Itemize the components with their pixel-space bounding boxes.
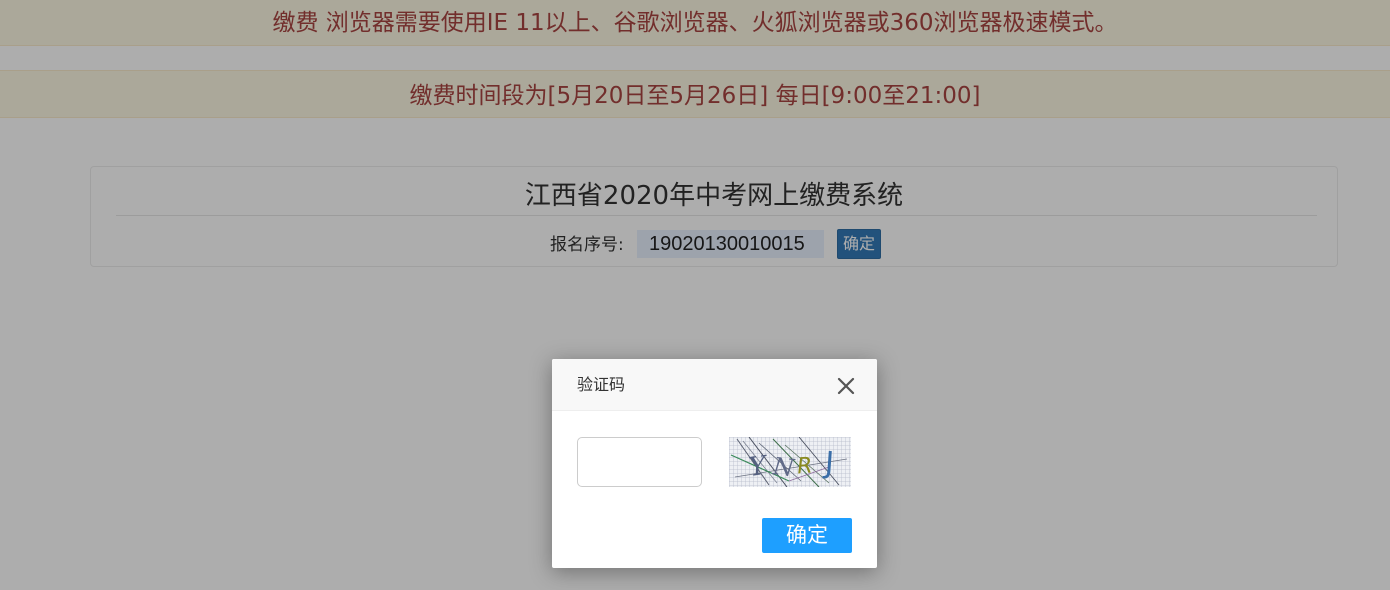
captcha-confirm-button[interactable]: 确定 [762,518,852,553]
captcha-input[interactable] [577,437,702,487]
captcha-dialog: 验证码 Y N R J 确定 [552,359,877,568]
close-icon[interactable] [835,375,857,397]
captcha-glyph: R [796,454,813,480]
dialog-header: 验证码 [552,359,877,411]
dialog-title: 验证码 [577,375,626,394]
captcha-image[interactable]: Y N R J [729,437,851,487]
captcha-glyph: N [771,452,797,482]
